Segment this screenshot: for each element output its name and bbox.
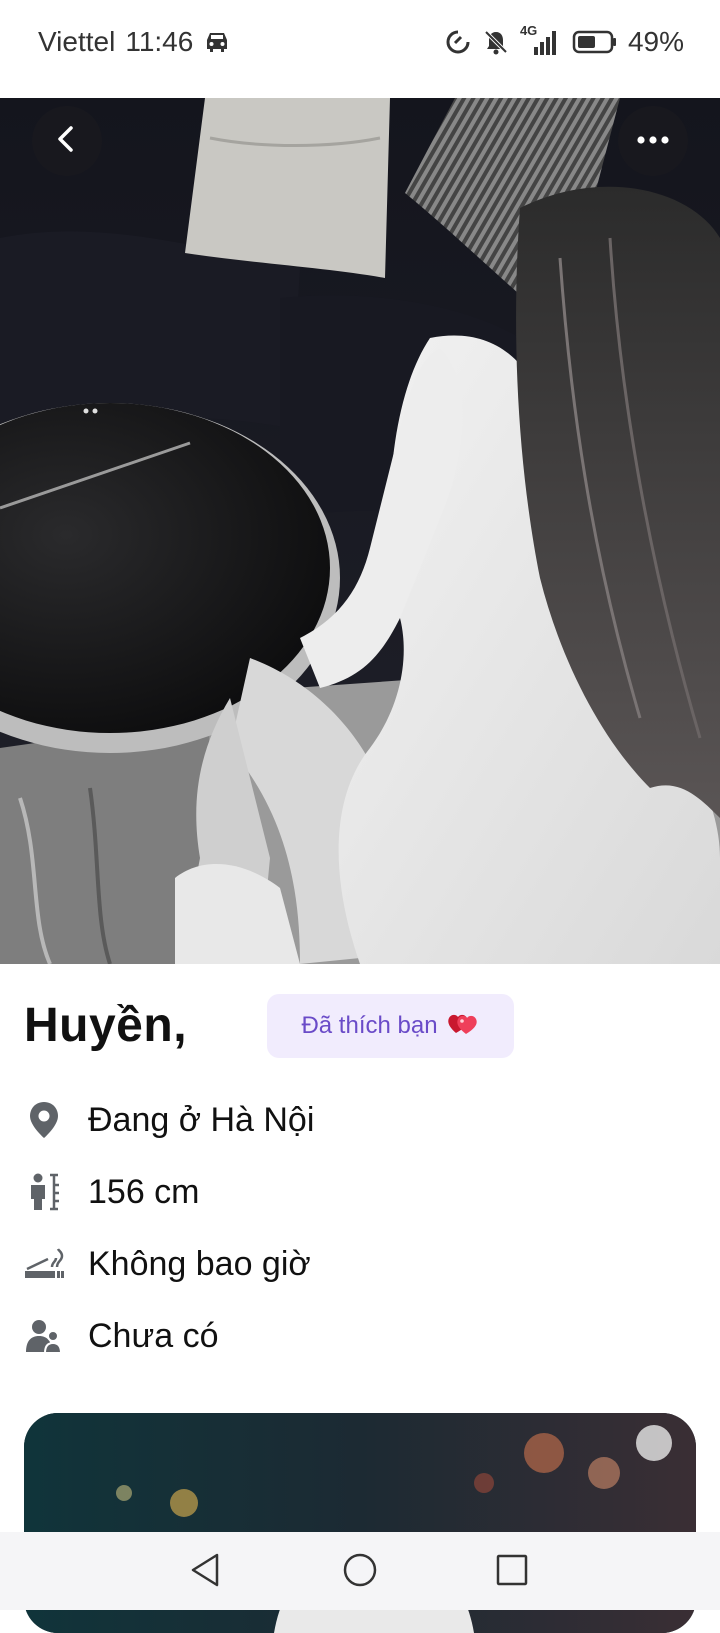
system-nav-bar (0, 1532, 720, 1610)
profile-header: Huyền, Đã thích bạn (24, 994, 696, 1058)
signal-icon: 4G (520, 23, 562, 57)
nav-back-icon (189, 1552, 223, 1593)
info-smoking-text: Không bao giờ (88, 1244, 311, 1283)
back-button[interactable] (32, 106, 102, 176)
kids-icon (24, 1316, 64, 1356)
car-icon (203, 30, 231, 54)
profile-info-list: Đang ở Hà Nội 156 cm Không bao giờ Chưa … (24, 1084, 696, 1372)
profile-photo[interactable] (0, 98, 720, 964)
heart-icon (446, 1008, 480, 1045)
smoking-icon (24, 1244, 64, 1284)
nav-home-icon (342, 1552, 378, 1593)
battery-percent: 49% (627, 26, 684, 57)
info-item-kids: Chưa có (24, 1300, 696, 1372)
network-type: 4G (519, 23, 538, 38)
liked-badge-label: Đã thích bạn (301, 1012, 438, 1039)
info-location-text: Đang ở Hà Nội (88, 1100, 315, 1139)
info-item-height: 156 cm (24, 1156, 696, 1228)
bell-off-icon (482, 28, 510, 56)
nav-recents-button[interactable] (490, 1550, 534, 1594)
height-icon (24, 1172, 64, 1212)
clock: 11:46 (125, 26, 194, 57)
location-icon (24, 1100, 64, 1140)
more-icon (636, 132, 670, 150)
carrier-name: Viettel (38, 26, 116, 57)
back-icon (52, 124, 82, 159)
status-left: Viettel 11:46 (38, 22, 231, 62)
more-options-button[interactable] (618, 106, 688, 176)
photo-illustration (0, 98, 720, 964)
info-item-location: Đang ở Hà Nội (24, 1084, 696, 1156)
status-right: 4G 49% (444, 22, 684, 62)
data-saver-icon (444, 28, 472, 56)
nav-home-button[interactable] (338, 1550, 382, 1594)
nav-back-button[interactable] (184, 1550, 228, 1594)
info-height-text: 156 cm (88, 1172, 200, 1211)
info-kids-text: Chưa có (88, 1316, 219, 1355)
battery-icon (572, 29, 618, 55)
status-bar: Viettel 11:46 4G 49% (0, 0, 720, 98)
nav-recents-icon (496, 1554, 528, 1591)
liked-you-badge: Đã thích bạn (267, 994, 514, 1058)
profile-name: Huyền, (24, 999, 188, 1052)
info-item-smoking: Không bao giờ (24, 1228, 696, 1300)
